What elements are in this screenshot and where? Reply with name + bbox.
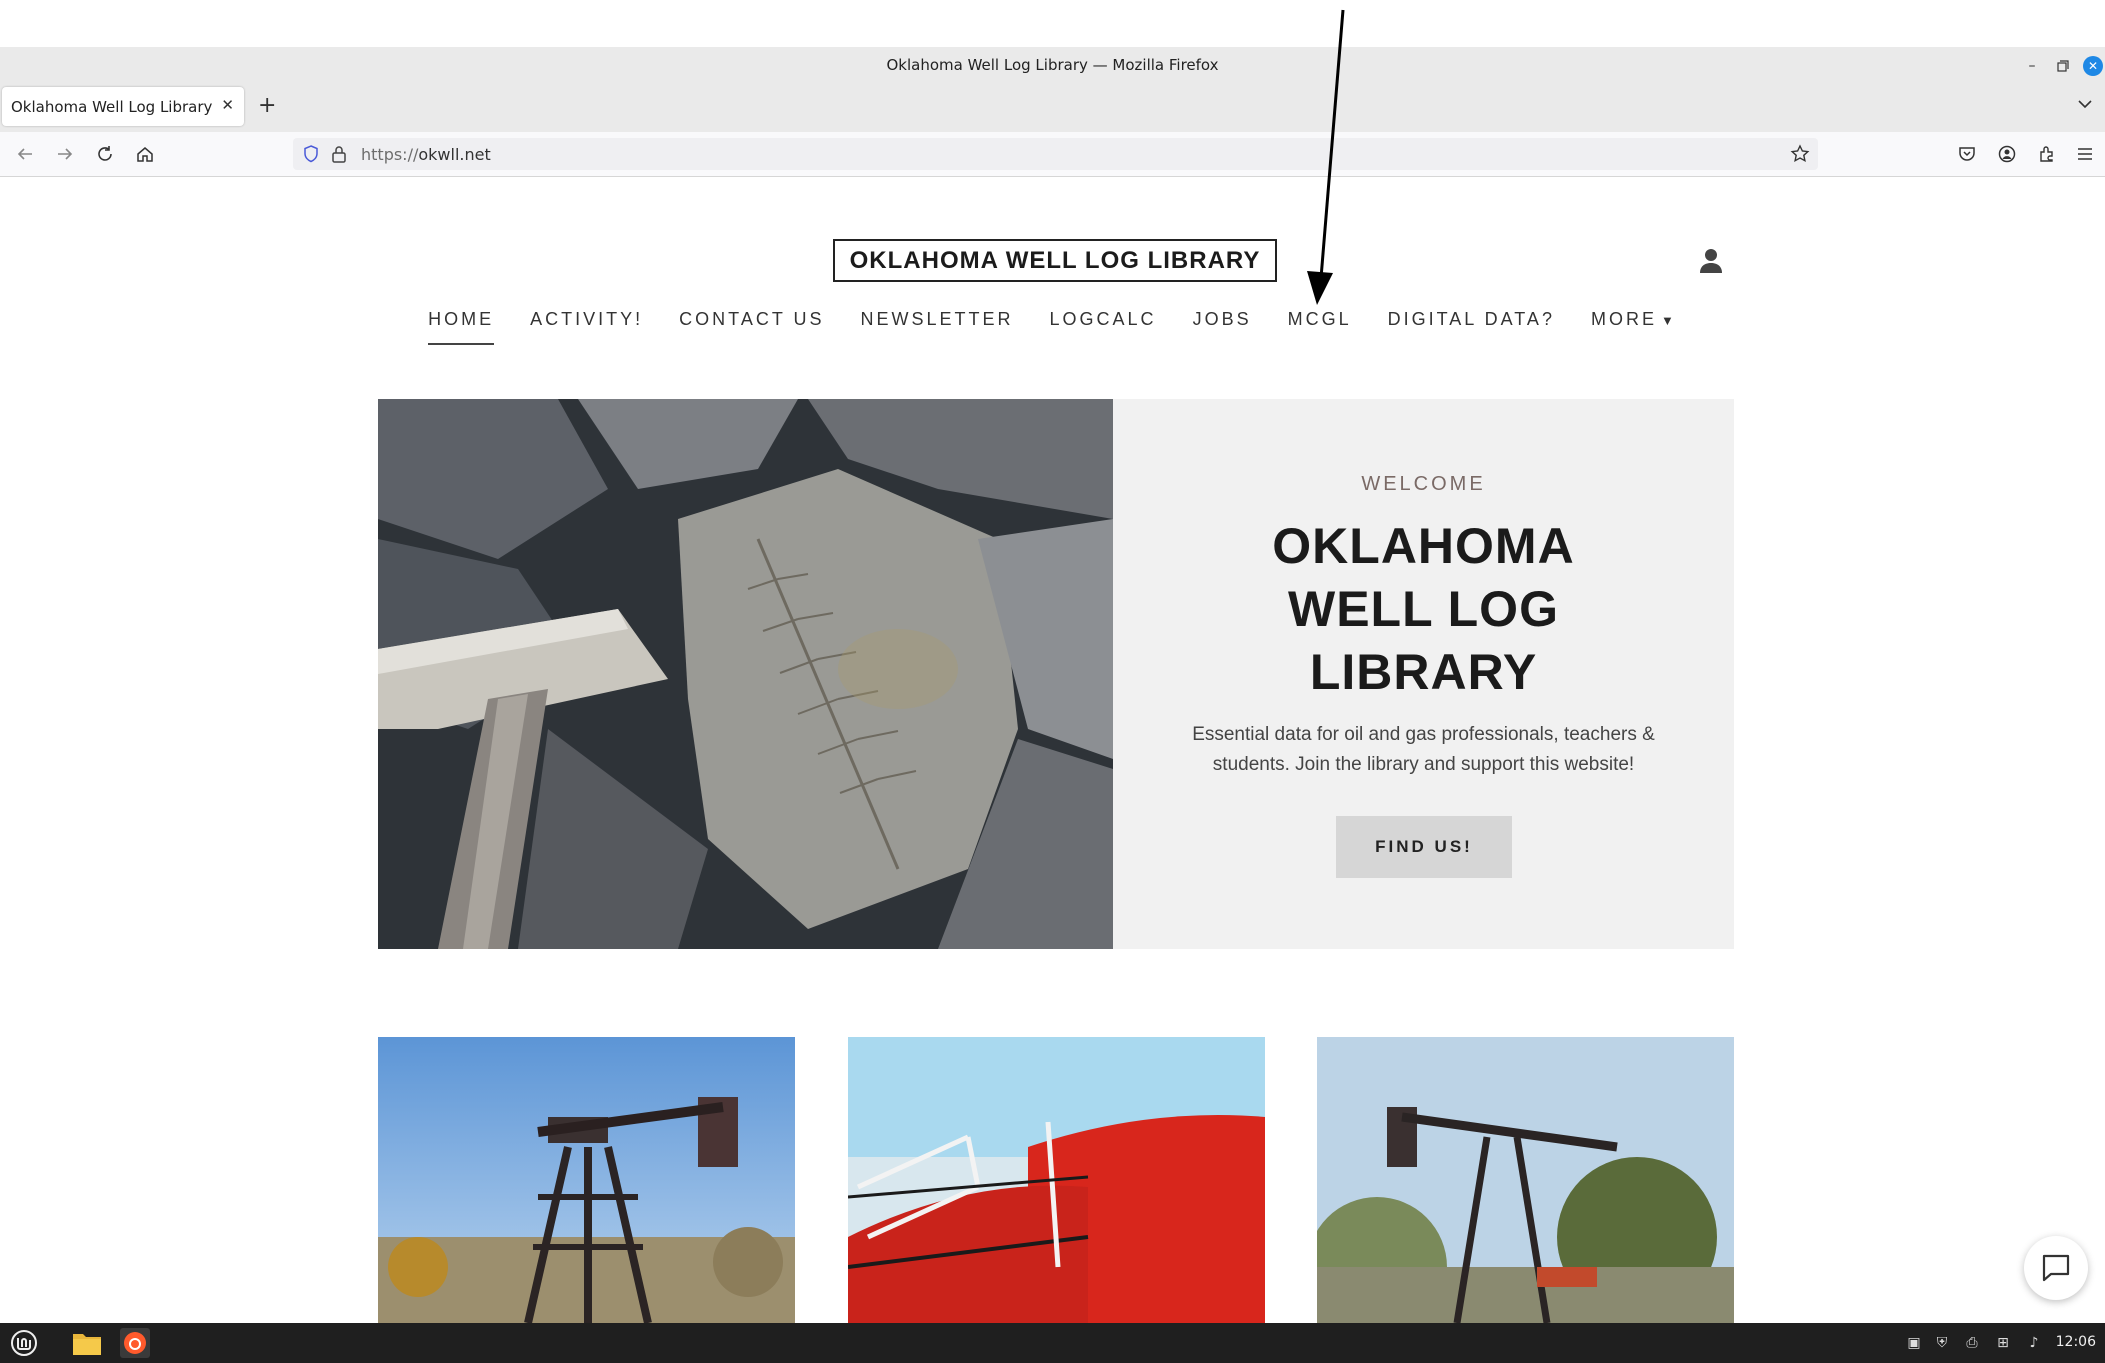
clock[interactable]: 12:06 — [2056, 1334, 2096, 1350]
forward-arrow-icon[interactable] — [54, 143, 76, 165]
minimize-icon[interactable]: – — [2022, 56, 2042, 76]
star-icon[interactable] — [1790, 144, 1810, 168]
pumpjack-image[interactable] — [378, 1037, 795, 1323]
browser-toolbar: https://okwll.net — [0, 132, 2105, 177]
hero-welcome-panel: WELCOME OKLAHOMA WELL LOG LIBRARY Essent… — [1113, 399, 1734, 949]
chat-bubble-icon[interactable] — [2024, 1236, 2088, 1300]
home-icon[interactable] — [134, 143, 156, 165]
nav-mcgl[interactable]: MCGL — [1288, 309, 1352, 345]
firefox-icon[interactable] — [120, 1328, 150, 1358]
tab-bar: Oklahoma Well Log Library ✕ + — [0, 83, 2105, 132]
hero-description: Essential data for oil and gas professio… — [1192, 724, 1655, 775]
files-folder-icon[interactable] — [72, 1328, 102, 1358]
hero-kicker: WELCOME — [1361, 473, 1486, 495]
pocket-icon[interactable] — [1956, 143, 1978, 165]
extensions-icon[interactable] — [2036, 143, 2058, 165]
hero-heading-line-3: LIBRARY — [1309, 644, 1538, 700]
taskbar: ▣ ⛨ ⎙ ⊞ ♪ 12:06 — [0, 1323, 2105, 1363]
site-title[interactable]: OKLAHOMA WELL LOG LIBRARY — [833, 239, 1277, 282]
site-navigation: HOME ACTIVITY! CONTACT US NEWSLETTER LOG… — [0, 309, 2105, 345]
maximize-icon[interactable] — [2053, 56, 2073, 76]
shield-tray-icon[interactable]: ⛨ — [1933, 1334, 1951, 1352]
tab-title: Oklahoma Well Log Library — [11, 98, 213, 116]
screen-top-margin — [0, 0, 2105, 47]
find-us-button[interactable]: FIND US! — [1336, 816, 1512, 878]
nav-logcalc[interactable]: LOGCALC — [1050, 309, 1157, 345]
url-host: okwll.net — [418, 145, 491, 164]
clipboard-icon[interactable]: ▣ — [1905, 1334, 1923, 1352]
caret-down-icon: ▼ — [1660, 313, 1677, 328]
nav-digital-data[interactable]: DIGITAL DATA? — [1388, 309, 1555, 345]
url-text[interactable]: https://okwll.net — [361, 145, 491, 164]
pumpjack-trees-image[interactable] — [1317, 1037, 1734, 1323]
menu-icon[interactable] — [2074, 143, 2096, 165]
nav-jobs[interactable]: JOBS — [1193, 309, 1252, 345]
new-tab-icon[interactable]: + — [258, 93, 276, 118]
nav-more-label: MORE — [1590, 309, 1657, 329]
tab-oklahoma-well-log-library[interactable]: Oklahoma Well Log Library ✕ — [2, 87, 244, 126]
hero-heading: OKLAHOMA WELL LOG LIBRARY — [1153, 515, 1694, 704]
account-icon[interactable] — [1996, 143, 2018, 165]
lock-icon[interactable] — [331, 145, 347, 167]
network-icon[interactable]: ⊞ — [1994, 1334, 2012, 1352]
volume-icon[interactable]: ♪ — [2025, 1334, 2043, 1352]
nav-activity[interactable]: ACTIVITY! — [530, 309, 643, 345]
close-window-icon[interactable]: ✕ — [2083, 56, 2103, 76]
printer-icon[interactable]: ⎙ — [1963, 1334, 1981, 1352]
window-titlebar: Oklahoma Well Log Library — Mozilla Fire… — [0, 47, 2105, 83]
user-icon[interactable] — [1697, 247, 1725, 275]
mint-menu-icon[interactable] — [9, 1328, 39, 1358]
nav-more[interactable]: MORE ▼ — [1591, 309, 1677, 345]
hero-heading-line-1: OKLAHOMA — [1272, 518, 1575, 574]
nav-contact-us[interactable]: CONTACT US — [679, 309, 824, 345]
nav-newsletter[interactable]: NEWSLETTER — [861, 309, 1014, 345]
reload-icon[interactable] — [94, 143, 116, 165]
window-title: Oklahoma Well Log Library — Mozilla Fire… — [886, 56, 1219, 74]
hero-heading-line-2: WELL LOG — [1288, 581, 1559, 637]
address-bar[interactable]: https://okwll.net — [293, 138, 1818, 170]
list-all-tabs-icon[interactable] — [2075, 94, 2095, 114]
red-tank-image[interactable] — [848, 1037, 1265, 1323]
url-scheme: https:// — [361, 145, 419, 164]
shield-icon[interactable] — [302, 145, 320, 167]
nav-home[interactable]: HOME — [428, 309, 495, 345]
hero-fossil-image — [378, 399, 1113, 949]
tab-close-icon[interactable]: ✕ — [221, 96, 234, 114]
back-arrow-icon[interactable] — [14, 143, 36, 165]
